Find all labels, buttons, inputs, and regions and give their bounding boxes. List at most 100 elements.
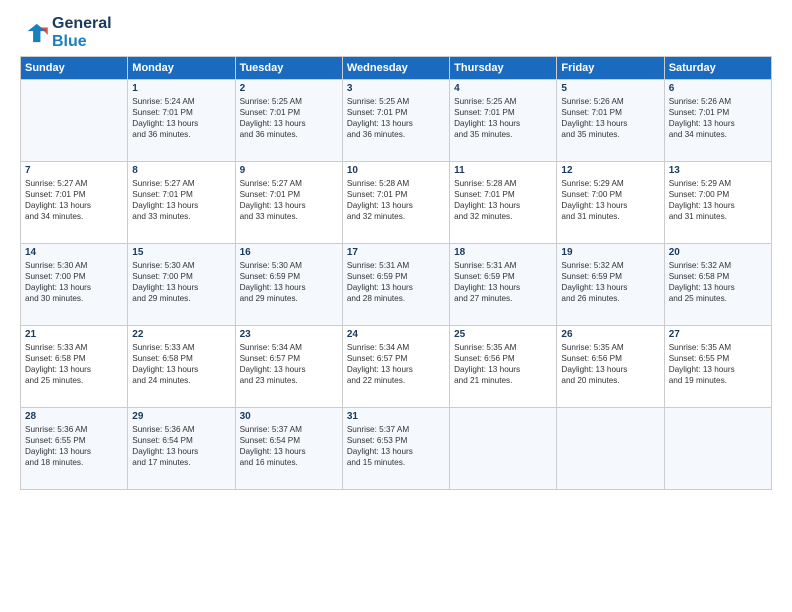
cell-content: Sunrise: 5:35 AM Sunset: 6:55 PM Dayligh… — [669, 342, 767, 386]
cell-content: Sunrise: 5:30 AM Sunset: 7:00 PM Dayligh… — [132, 260, 230, 304]
week-row-2: 7 Sunrise: 5:27 AM Sunset: 7:01 PM Daylig… — [21, 162, 772, 244]
calendar-cell: 8 Sunrise: 5:27 AM Sunset: 7:01 PM Daylig… — [128, 162, 235, 244]
col-header-tuesday: Tuesday — [235, 57, 342, 80]
day-number: 25 — [454, 329, 552, 340]
cell-content: Sunrise: 5:27 AM Sunset: 7:01 PM Dayligh… — [240, 178, 338, 222]
day-number: 19 — [561, 247, 659, 258]
day-number: 29 — [132, 411, 230, 422]
col-header-sunday: Sunday — [21, 57, 128, 80]
calendar-cell: 15 Sunrise: 5:30 AM Sunset: 7:00 PM Dayli… — [128, 244, 235, 326]
col-header-thursday: Thursday — [450, 57, 557, 80]
day-number: 30 — [240, 411, 338, 422]
cell-content: Sunrise: 5:30 AM Sunset: 7:00 PM Dayligh… — [25, 260, 123, 304]
cell-content: Sunrise: 5:33 AM Sunset: 6:58 PM Dayligh… — [25, 342, 123, 386]
cell-content: Sunrise: 5:35 AM Sunset: 6:56 PM Dayligh… — [454, 342, 552, 386]
calendar-cell: 16 Sunrise: 5:30 AM Sunset: 6:59 PM Dayli… — [235, 244, 342, 326]
calendar-cell: 10 Sunrise: 5:28 AM Sunset: 7:01 PM Dayli… — [342, 162, 449, 244]
calendar-cell — [21, 80, 128, 162]
calendar-table: SundayMondayTuesdayWednesdayThursdayFrid… — [20, 56, 772, 490]
day-number: 26 — [561, 329, 659, 340]
calendar-cell — [450, 408, 557, 490]
week-row-4: 21Sunrise: 5:33 AM Sunset: 6:58 PM Dayli… — [21, 326, 772, 408]
calendar-cell: 13Sunrise: 5:29 AM Sunset: 7:00 PM Dayli… — [664, 162, 771, 244]
day-number: 15 — [132, 247, 230, 258]
calendar-cell: 4Sunrise: 5:25 AM Sunset: 7:01 PM Daylig… — [450, 80, 557, 162]
calendar-cell — [557, 408, 664, 490]
main-container: General Blue SundayMondayTuesdayWednesda… — [0, 0, 792, 500]
logo: General Blue — [20, 15, 112, 50]
day-number: 31 — [347, 411, 445, 422]
cell-content: Sunrise: 5:27 AM Sunset: 7:01 PM Dayligh… — [132, 178, 230, 222]
day-number: 2 — [240, 83, 338, 94]
cell-content: Sunrise: 5:37 AM Sunset: 6:54 PM Dayligh… — [240, 424, 338, 468]
day-number: 23 — [240, 329, 338, 340]
calendar-cell — [664, 408, 771, 490]
cell-content: Sunrise: 5:25 AM Sunset: 7:01 PM Dayligh… — [347, 96, 445, 140]
calendar-cell: 5 Sunrise: 5:26 AM Sunset: 7:01 PM Daylig… — [557, 80, 664, 162]
week-row-3: 14 Sunrise: 5:30 AM Sunset: 7:00 PM Dayli… — [21, 244, 772, 326]
cell-content: Sunrise: 5:29 AM Sunset: 7:00 PM Dayligh… — [669, 178, 767, 222]
calendar-cell: 22Sunrise: 5:33 AM Sunset: 6:58 PM Dayli… — [128, 326, 235, 408]
day-number: 3 — [347, 83, 445, 94]
calendar-cell: 24 Sunrise: 5:34 AM Sunset: 6:57 PM Dayli… — [342, 326, 449, 408]
cell-content: Sunrise: 5:27 AM Sunset: 7:01 PM Dayligh… — [25, 178, 123, 222]
day-number: 24 — [347, 329, 445, 340]
calendar-cell: 9 Sunrise: 5:27 AM Sunset: 7:01 PM Daylig… — [235, 162, 342, 244]
cell-content: Sunrise: 5:34 AM Sunset: 6:57 PM Dayligh… — [347, 342, 445, 386]
cell-content: Sunrise: 5:28 AM Sunset: 7:01 PM Dayligh… — [454, 178, 552, 222]
calendar-cell: 21Sunrise: 5:33 AM Sunset: 6:58 PM Dayli… — [21, 326, 128, 408]
calendar-cell: 14 Sunrise: 5:30 AM Sunset: 7:00 PM Dayli… — [21, 244, 128, 326]
cell-content: Sunrise: 5:31 AM Sunset: 6:59 PM Dayligh… — [347, 260, 445, 304]
calendar-cell: 1Sunrise: 5:24 AM Sunset: 7:01 PM Daylig… — [128, 80, 235, 162]
day-number: 22 — [132, 329, 230, 340]
day-number: 6 — [669, 83, 767, 94]
day-number: 16 — [240, 247, 338, 258]
cell-content: Sunrise: 5:25 AM Sunset: 7:01 PM Dayligh… — [454, 96, 552, 140]
calendar-cell: 17 Sunrise: 5:31 AM Sunset: 6:59 PM Dayli… — [342, 244, 449, 326]
col-header-wednesday: Wednesday — [342, 57, 449, 80]
cell-content: Sunrise: 5:26 AM Sunset: 7:01 PM Dayligh… — [669, 96, 767, 140]
day-number: 17 — [347, 247, 445, 258]
cell-content: Sunrise: 5:32 AM Sunset: 6:59 PM Dayligh… — [561, 260, 659, 304]
calendar-cell: 30 Sunrise: 5:37 AM Sunset: 6:54 PM Dayli… — [235, 408, 342, 490]
calendar-cell: 31Sunrise: 5:37 AM Sunset: 6:53 PM Dayli… — [342, 408, 449, 490]
day-number: 9 — [240, 165, 338, 176]
col-header-saturday: Saturday — [664, 57, 771, 80]
day-number: 10 — [347, 165, 445, 176]
cell-content: Sunrise: 5:29 AM Sunset: 7:00 PM Dayligh… — [561, 178, 659, 222]
cell-content: Sunrise: 5:30 AM Sunset: 6:59 PM Dayligh… — [240, 260, 338, 304]
day-number: 18 — [454, 247, 552, 258]
day-number: 8 — [132, 165, 230, 176]
cell-content: Sunrise: 5:24 AM Sunset: 7:01 PM Dayligh… — [132, 96, 230, 140]
cell-content: Sunrise: 5:25 AM Sunset: 7:01 PM Dayligh… — [240, 96, 338, 140]
calendar-cell: 28Sunrise: 5:36 AM Sunset: 6:55 PM Dayli… — [21, 408, 128, 490]
calendar-header: SundayMondayTuesdayWednesdayThursdayFrid… — [21, 57, 772, 80]
calendar-cell: 11Sunrise: 5:28 AM Sunset: 7:01 PM Dayli… — [450, 162, 557, 244]
calendar-cell: 3 Sunrise: 5:25 AM Sunset: 7:01 PM Daylig… — [342, 80, 449, 162]
cell-content: Sunrise: 5:35 AM Sunset: 6:56 PM Dayligh… — [561, 342, 659, 386]
cell-content: Sunrise: 5:28 AM Sunset: 7:01 PM Dayligh… — [347, 178, 445, 222]
day-number: 7 — [25, 165, 123, 176]
day-number: 27 — [669, 329, 767, 340]
cell-content: Sunrise: 5:31 AM Sunset: 6:59 PM Dayligh… — [454, 260, 552, 304]
cell-content: Sunrise: 5:26 AM Sunset: 7:01 PM Dayligh… — [561, 96, 659, 140]
week-row-1: 1Sunrise: 5:24 AM Sunset: 7:01 PM Daylig… — [21, 80, 772, 162]
calendar-cell: 26 Sunrise: 5:35 AM Sunset: 6:56 PM Dayli… — [557, 326, 664, 408]
week-row-5: 28Sunrise: 5:36 AM Sunset: 6:55 PM Dayli… — [21, 408, 772, 490]
calendar-cell: 2 Sunrise: 5:25 AM Sunset: 7:01 PM Daylig… — [235, 80, 342, 162]
cell-content: Sunrise: 5:34 AM Sunset: 6:57 PM Dayligh… — [240, 342, 338, 386]
calendar-cell: 23 Sunrise: 5:34 AM Sunset: 6:57 PM Dayli… — [235, 326, 342, 408]
day-number: 5 — [561, 83, 659, 94]
cell-content: Sunrise: 5:36 AM Sunset: 6:54 PM Dayligh… — [132, 424, 230, 468]
calendar-cell: 12Sunrise: 5:29 AM Sunset: 7:00 PM Dayli… — [557, 162, 664, 244]
calendar-cell: 6 Sunrise: 5:26 AM Sunset: 7:01 PM Daylig… — [664, 80, 771, 162]
header: General Blue — [20, 15, 772, 50]
calendar-cell: 27 Sunrise: 5:35 AM Sunset: 6:55 PM Dayli… — [664, 326, 771, 408]
day-number: 20 — [669, 247, 767, 258]
col-header-friday: Friday — [557, 57, 664, 80]
col-header-monday: Monday — [128, 57, 235, 80]
day-number: 14 — [25, 247, 123, 258]
calendar-cell: 25 Sunrise: 5:35 AM Sunset: 6:56 PM Dayli… — [450, 326, 557, 408]
calendar-cell: 19 Sunrise: 5:32 AM Sunset: 6:59 PM Dayli… — [557, 244, 664, 326]
calendar-cell: 18 Sunrise: 5:31 AM Sunset: 6:59 PM Dayli… — [450, 244, 557, 326]
